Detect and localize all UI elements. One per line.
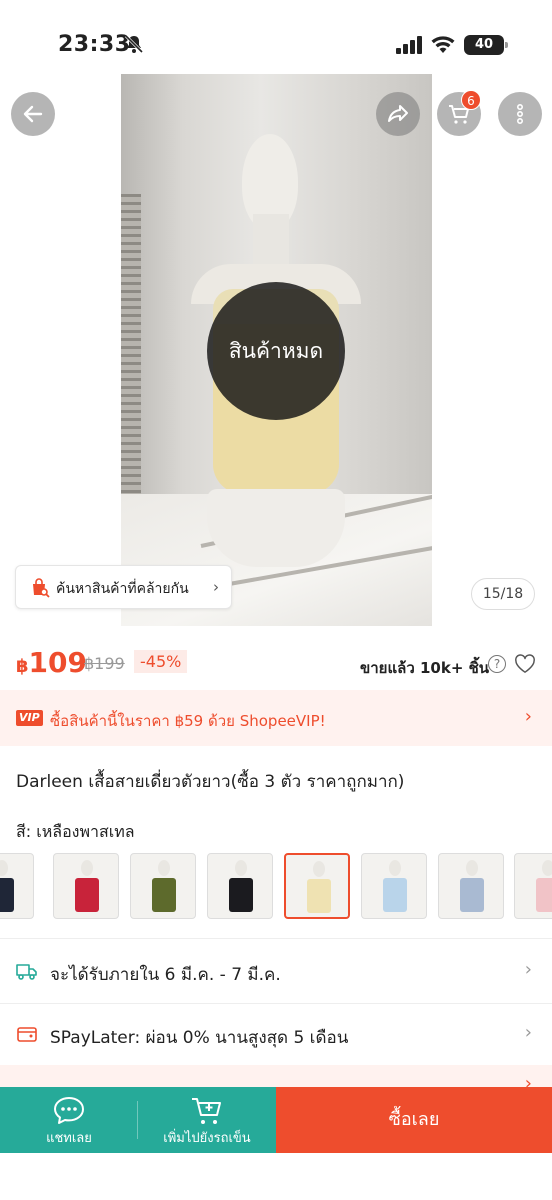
swatch-camisole xyxy=(152,878,176,912)
color-swatch[interactable] xyxy=(53,853,119,919)
swatch-mannequin-head xyxy=(466,860,478,876)
swatch-mannequin-head xyxy=(158,860,170,876)
image-counter: 15/18 xyxy=(471,578,535,610)
status-time: 23:33 xyxy=(58,32,131,57)
swatch-mannequin-head xyxy=(235,860,247,876)
swatch-camisole xyxy=(460,878,484,912)
add-to-cart-button[interactable]: เพิ่มไปยังรถเข็น xyxy=(138,1087,276,1153)
divider xyxy=(0,938,552,939)
mannequin-base xyxy=(207,489,345,567)
sold-count: ขายแล้ว 10k+ ชิ้น xyxy=(360,659,490,677)
question-icon[interactable]: ? xyxy=(488,655,506,673)
vip-banner[interactable]: VIP ซื้อสินค้านี้ในราคา ฿59 ด้วย ShopeeV… xyxy=(0,690,552,746)
swatch-mannequin-head xyxy=(389,860,401,876)
muted-bell-icon xyxy=(124,34,144,54)
cart-count-badge: 6 xyxy=(461,90,481,110)
chevron-right-icon: › xyxy=(213,578,219,596)
swatch-camisole xyxy=(75,878,99,912)
add-to-cart-icon xyxy=(192,1098,221,1124)
swatch-camisole xyxy=(536,878,552,912)
product-page: 23:33 40 สินค้าหมด 6 ค้นหาสินค้าที่คล้าย… xyxy=(0,0,552,1200)
shopping-bag-search-icon xyxy=(33,578,50,598)
heart-icon[interactable] xyxy=(514,654,536,674)
buy-now-button[interactable]: ซื้อเลย xyxy=(276,1087,552,1153)
swatch-camisole xyxy=(0,878,14,912)
paylater-row[interactable]: SPayLater: ผ่อน 0% นานสูงสุด 5 เดือน › xyxy=(0,1005,552,1065)
divider xyxy=(0,1003,552,1004)
add-to-cart-label: เพิ่มไปยังรถเข็น xyxy=(163,1131,251,1146)
sold-out-overlay: สินค้าหมด xyxy=(207,282,345,420)
color-swatch[interactable] xyxy=(130,853,196,919)
paylater-text: SPayLater: ผ่อน 0% นานสูงสุด 5 เดือน xyxy=(50,1028,349,1048)
more-button[interactable] xyxy=(498,92,542,136)
price-row: ฿109 ฿199 -45% ขายแล้ว 10k+ ชิ้น ? xyxy=(0,630,552,690)
battery-indicator: 40 xyxy=(464,35,508,55)
truck-icon xyxy=(16,964,37,980)
chevron-right-icon: › xyxy=(524,1022,532,1043)
color-swatch[interactable] xyxy=(361,853,427,919)
discount-badge: -45% xyxy=(134,650,188,673)
product-gallery[interactable]: สินค้าหมด 6 ค้นหาสินค้าที่คล้ายกัน › 15/… xyxy=(0,70,552,630)
delivery-row[interactable]: จะได้รับภายใน 6 มี.ค. - 7 มี.ค. › xyxy=(0,942,552,1002)
color-swatch[interactable] xyxy=(438,853,504,919)
status-bar: 23:33 40 xyxy=(0,0,552,70)
color-swatch[interactable] xyxy=(207,853,273,919)
swatch-mannequin-head xyxy=(0,860,8,876)
swatch-camisole xyxy=(229,878,253,912)
find-similar-button[interactable]: ค้นหาสินค้าที่คล้ายกัน › xyxy=(15,565,232,609)
original-price: ฿199 xyxy=(84,654,125,673)
chevron-right-icon: › xyxy=(524,706,532,727)
swatch-mannequin-head xyxy=(313,861,325,877)
find-similar-label: ค้นหาสินค้าที่คล้ายกัน xyxy=(56,581,189,597)
bottom-action-bar: แชทเลย เพิ่มไปยังรถเข็น ซื้อเลย xyxy=(0,1087,552,1153)
window-blinds xyxy=(121,194,141,514)
share-arrow-icon xyxy=(388,105,408,122)
chat-bubble-icon xyxy=(54,1097,84,1124)
variation-label: สี: เหลืองพาสเทล xyxy=(16,822,135,841)
share-button[interactable] xyxy=(376,92,420,136)
current-price: ฿109 xyxy=(16,646,87,679)
back-button[interactable] xyxy=(11,92,55,136)
variation-swatches xyxy=(0,853,552,921)
swatch-mannequin-head xyxy=(542,860,552,876)
more-vertical-icon xyxy=(517,103,524,124)
product-title: Darleen เสื้อสายเดี่ยวตัวยาว(ซื้อ 3 ตัว … xyxy=(16,772,405,792)
chat-label: แชทเลย xyxy=(46,1131,92,1146)
chat-button[interactable]: แชทเลย xyxy=(0,1087,138,1153)
swatch-mannequin-head xyxy=(81,860,93,876)
arrow-left-icon xyxy=(23,105,43,123)
price-value: 109 xyxy=(28,646,87,679)
swatch-camisole xyxy=(383,878,407,912)
vip-badge: VIP xyxy=(16,710,43,726)
wifi-icon xyxy=(431,36,455,53)
chevron-right-icon: › xyxy=(524,959,532,980)
wallet-icon xyxy=(17,1027,37,1042)
swatch-camisole xyxy=(307,879,331,913)
color-swatch[interactable] xyxy=(284,853,350,919)
home-indicator-area xyxy=(0,1153,552,1200)
signal-icon xyxy=(396,36,422,54)
color-swatch[interactable] xyxy=(514,853,552,919)
color-swatch[interactable] xyxy=(0,853,34,919)
vip-banner-text: ซื้อสินค้านี้ในราคา ฿59 ด้วย ShopeeVIP! xyxy=(50,712,326,730)
delivery-text: จะได้รับภายใน 6 มี.ค. - 7 มี.ค. xyxy=(50,965,281,985)
price-currency: ฿ xyxy=(16,656,29,677)
